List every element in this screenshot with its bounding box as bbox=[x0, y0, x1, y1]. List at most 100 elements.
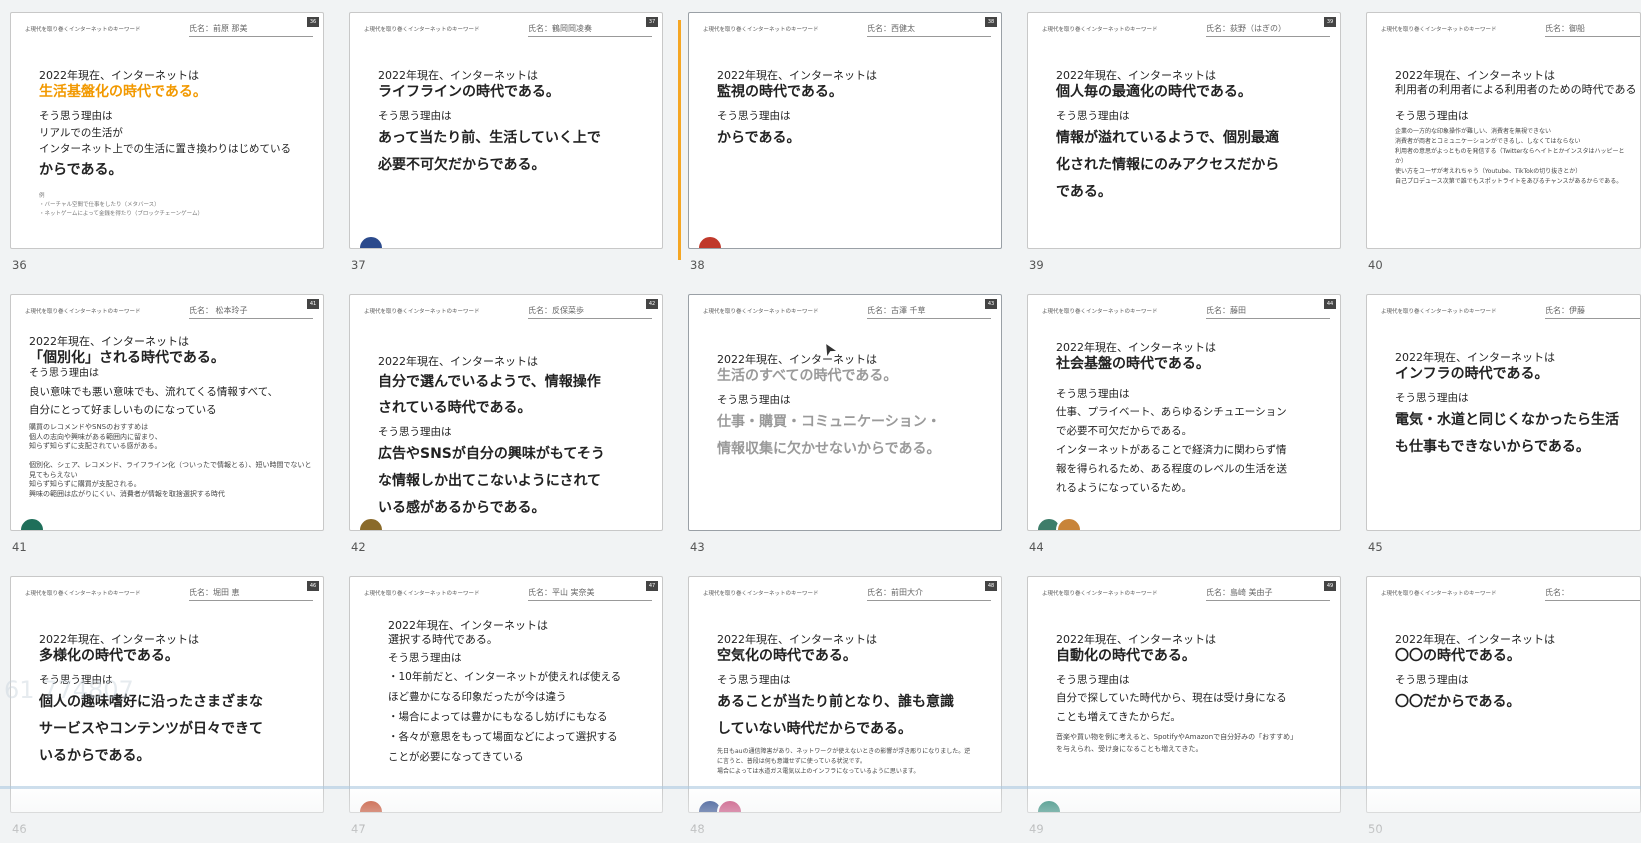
reason-label: そう思う理由は bbox=[29, 368, 99, 379]
slide-thumbnail[interactable]: よ現代を取り巻くインターネットのキーワード 氏名：平山 実奈美 47 2022年… bbox=[349, 576, 663, 813]
slide-badge: 46 bbox=[307, 581, 319, 591]
intro-line: 2022年現在、インターネットは bbox=[717, 353, 877, 366]
slide-number: 39 bbox=[1029, 258, 1044, 272]
keyword-line: 自分で選んでいるようで、情報操作されている時代である。 bbox=[378, 374, 601, 416]
reason-tail: からである。 bbox=[39, 162, 123, 178]
intro-line: 2022年現在、インターネットは bbox=[1056, 341, 1216, 354]
avatar bbox=[358, 235, 384, 248]
slide-thumbnail[interactable]: よ現代を取り巻くインターネットのキーワード 氏名： 松本玲子 41 2022年現… bbox=[10, 294, 324, 531]
slide-thumbnail[interactable]: よ現代を取り巻くインターネットのキーワード 氏名：西健太 38 2022年現在、… bbox=[688, 12, 1002, 249]
background-watermark: 61 774807 bbox=[4, 676, 134, 704]
slide-author: 氏名：反保菜歩 bbox=[528, 305, 652, 319]
keyword-line: ライフラインの時代である。 bbox=[378, 84, 560, 100]
slide-thumbnail[interactable]: よ現代を取り巻くインターネットのキーワード 氏名：前原 那美 36 2022年現… bbox=[10, 12, 324, 249]
slide-badge: 37 bbox=[646, 17, 658, 27]
slide-author: 氏名：前原 那美 bbox=[189, 23, 313, 37]
slide-thumbnail[interactable]: よ現代を取り巻くインターネットのキーワード 氏名： 2022年現在、インターネッ… bbox=[1366, 576, 1641, 813]
slide-header: よ現代を取り巻くインターネットのキーワード bbox=[1042, 309, 1158, 315]
keyword-line: 生活のすべての時代である。 bbox=[717, 368, 898, 384]
keyword-line: 生活基盤化の時代である。 bbox=[39, 84, 207, 100]
slide-author: 氏名：藤田 bbox=[1206, 305, 1330, 319]
slide-header: よ現代を取り巻くインターネットのキーワード bbox=[25, 591, 141, 597]
reason-label: そう思う理由は bbox=[378, 110, 452, 122]
keyword-line: 監視の時代である。 bbox=[717, 84, 843, 100]
slide-header: よ現代を取り巻くインターネットのキーワード bbox=[25, 27, 141, 33]
slide-number: 44 bbox=[1029, 540, 1044, 554]
avatar bbox=[697, 235, 723, 248]
intro-line: 2022年現在、インターネットは bbox=[388, 619, 548, 632]
slide-thumbnail[interactable]: よ現代を取り巻くインターネットのキーワード 氏名：前田大介 48 2022年現在… bbox=[688, 576, 1002, 813]
intro-line: 2022年現在、インターネットは bbox=[378, 355, 538, 368]
reason-text: 自分で探していた時代から、現在は受け身になることも増えてきたからだ。 bbox=[1056, 692, 1287, 723]
intro-line: 2022年現在、インターネットは bbox=[39, 633, 199, 646]
avatar bbox=[717, 799, 743, 812]
reason-text: 広告やSNSが自分の興味がもてそうな情報しか出てこないようにされている感があるか… bbox=[378, 446, 605, 516]
reason-text: ・10年前だと、インターネットが使えれば使えるほど豊かになる印象だったが今は違う… bbox=[388, 671, 622, 763]
keyword-line: 個人毎の最適化の時代である。 bbox=[1056, 84, 1252, 100]
slide-header: よ現代を取り巻くインターネットのキーワード bbox=[1042, 27, 1158, 33]
slide-number: 42 bbox=[351, 540, 366, 554]
reason-detail: 音楽や買い物を例に考えると、SpotifyやAmazonで自分好みの「おすすめ」… bbox=[1056, 733, 1294, 753]
slide-number: 40 bbox=[1368, 258, 1383, 272]
slide-thumbnail[interactable]: よ現代を取り巻くインターネットのキーワード 氏名：古澤 千草 43 2022年現… bbox=[688, 294, 1002, 531]
slide-badge: 48 bbox=[985, 581, 997, 591]
slide-header: よ現代を取り巻くインターネットのキーワード bbox=[1381, 27, 1497, 33]
slide-number: 48 bbox=[690, 822, 705, 836]
reason-label: そう思う理由は bbox=[1395, 392, 1469, 404]
slide-badge: 42 bbox=[646, 299, 658, 309]
slide-author: 氏名： bbox=[1545, 587, 1640, 601]
slide-number: 36 bbox=[12, 258, 27, 272]
keyword-line: 空気化の時代である。 bbox=[717, 648, 857, 664]
slide-thumbnail[interactable]: よ現代を取り巻くインターネットのキーワード 氏名：藤田 44 2022年現在、イ… bbox=[1027, 294, 1341, 531]
drop-indicator bbox=[678, 20, 681, 260]
slide-number: 41 bbox=[12, 540, 27, 554]
intro-line: 2022年現在、インターネットは bbox=[717, 633, 877, 646]
intro-line: 2022年現在、インターネットは bbox=[1395, 351, 1555, 364]
keyword-line: インフラの時代である。 bbox=[1395, 366, 1549, 382]
slide-number: 37 bbox=[351, 258, 366, 272]
reason-label: そう思う理由は bbox=[1395, 110, 1469, 122]
reason-label: そう思う理由は bbox=[388, 652, 462, 664]
slide-number: 46 bbox=[12, 822, 27, 836]
slide-header: よ現代を取り巻くインターネットのキーワード bbox=[25, 309, 141, 315]
keyword-line: 多様化の時代である。 bbox=[39, 648, 179, 664]
slide-author: 氏名：伊藤 bbox=[1545, 305, 1640, 319]
reason-text: 電気・水道と同じくなかったら生活も仕事もできないからである。 bbox=[1395, 412, 1619, 455]
slide-thumbnail[interactable]: よ現代を取り巻くインターネットのキーワード 氏名：御船 2022年現在、インター… bbox=[1366, 12, 1641, 249]
reason-label: そう思う理由は bbox=[717, 110, 791, 122]
slide-thumbnail[interactable]: よ現代を取り巻くインターネットのキーワード 氏名：伊藤 2022年現在、インター… bbox=[1366, 294, 1641, 531]
slide-number: 38 bbox=[690, 258, 705, 272]
keyword-line: 〇〇の時代である。 bbox=[1395, 648, 1521, 664]
slide-thumbnail[interactable]: よ現代を取り巻くインターネットのキーワード 氏名：反保菜歩 42 2022年現在… bbox=[349, 294, 663, 531]
slide-author: 氏名：荻野（はぎの） bbox=[1206, 23, 1330, 37]
intro-line: 2022年現在、インターネットは bbox=[1056, 69, 1216, 82]
reason-text: 仕事、プライベート、あらゆるシチュエーションで必要不可欠だからである。 インター… bbox=[1056, 406, 1287, 494]
reason-label: そう思う理由は bbox=[1056, 674, 1130, 686]
slide-header: よ現代を取り巻くインターネットのキーワード bbox=[703, 27, 819, 33]
intro-line: 2022年現在、インターネットは bbox=[717, 69, 877, 82]
slide-author: 氏名：前田大介 bbox=[867, 587, 991, 601]
keyword-line: 利用者の利用者による利用者のための時代である bbox=[1395, 83, 1637, 96]
reason-text: 〇〇だからである。 bbox=[1395, 694, 1521, 710]
reason-label: そう思う理由は bbox=[1056, 110, 1130, 122]
slide-thumbnail[interactable]: よ現代を取り巻くインターネットのキーワード 氏名：荻野（はぎの） 39 2022… bbox=[1027, 12, 1341, 249]
intro-line: 2022年現在、インターネットは bbox=[39, 69, 199, 82]
slide-number: 49 bbox=[1029, 822, 1044, 836]
slide-badge: 38 bbox=[985, 17, 997, 27]
slide-badge: 43 bbox=[985, 299, 997, 309]
slide-header: よ現代を取り巻くインターネットのキーワード bbox=[1381, 309, 1497, 315]
slide-thumbnail[interactable]: よ現代を取り巻くインターネットのキーワード 氏名：鶴岡岡凌奏 37 2022年現… bbox=[349, 12, 663, 249]
keyword-line: 自動化の時代である。 bbox=[1056, 648, 1196, 664]
slide-author: 氏名：鶴岡岡凌奏 bbox=[528, 23, 652, 37]
slide-author: 氏名： 松本玲子 bbox=[189, 305, 313, 319]
reason-label: そう思う理由は bbox=[378, 426, 452, 438]
intro-line: 2022年現在、インターネットは bbox=[1395, 69, 1555, 82]
slide-header: よ現代を取り巻くインターネットのキーワード bbox=[703, 591, 819, 597]
slide-header: よ現代を取り巻くインターネットのキーワード bbox=[364, 591, 480, 597]
slide-header: よ現代を取り巻くインターネットのキーワード bbox=[703, 309, 819, 315]
slide-author: 氏名：御船 bbox=[1545, 23, 1640, 37]
reason-text: 仕事・購買・コミュニケーション・情報収集に欠かせないからである。 bbox=[717, 414, 941, 457]
slide-author: 氏名：古澤 千草 bbox=[867, 305, 991, 319]
reason-label: そう思う理由は bbox=[717, 394, 791, 406]
slide-thumbnail[interactable]: よ現代を取り巻くインターネットのキーワード 氏名：島崎 美由子 49 2022年… bbox=[1027, 576, 1341, 813]
